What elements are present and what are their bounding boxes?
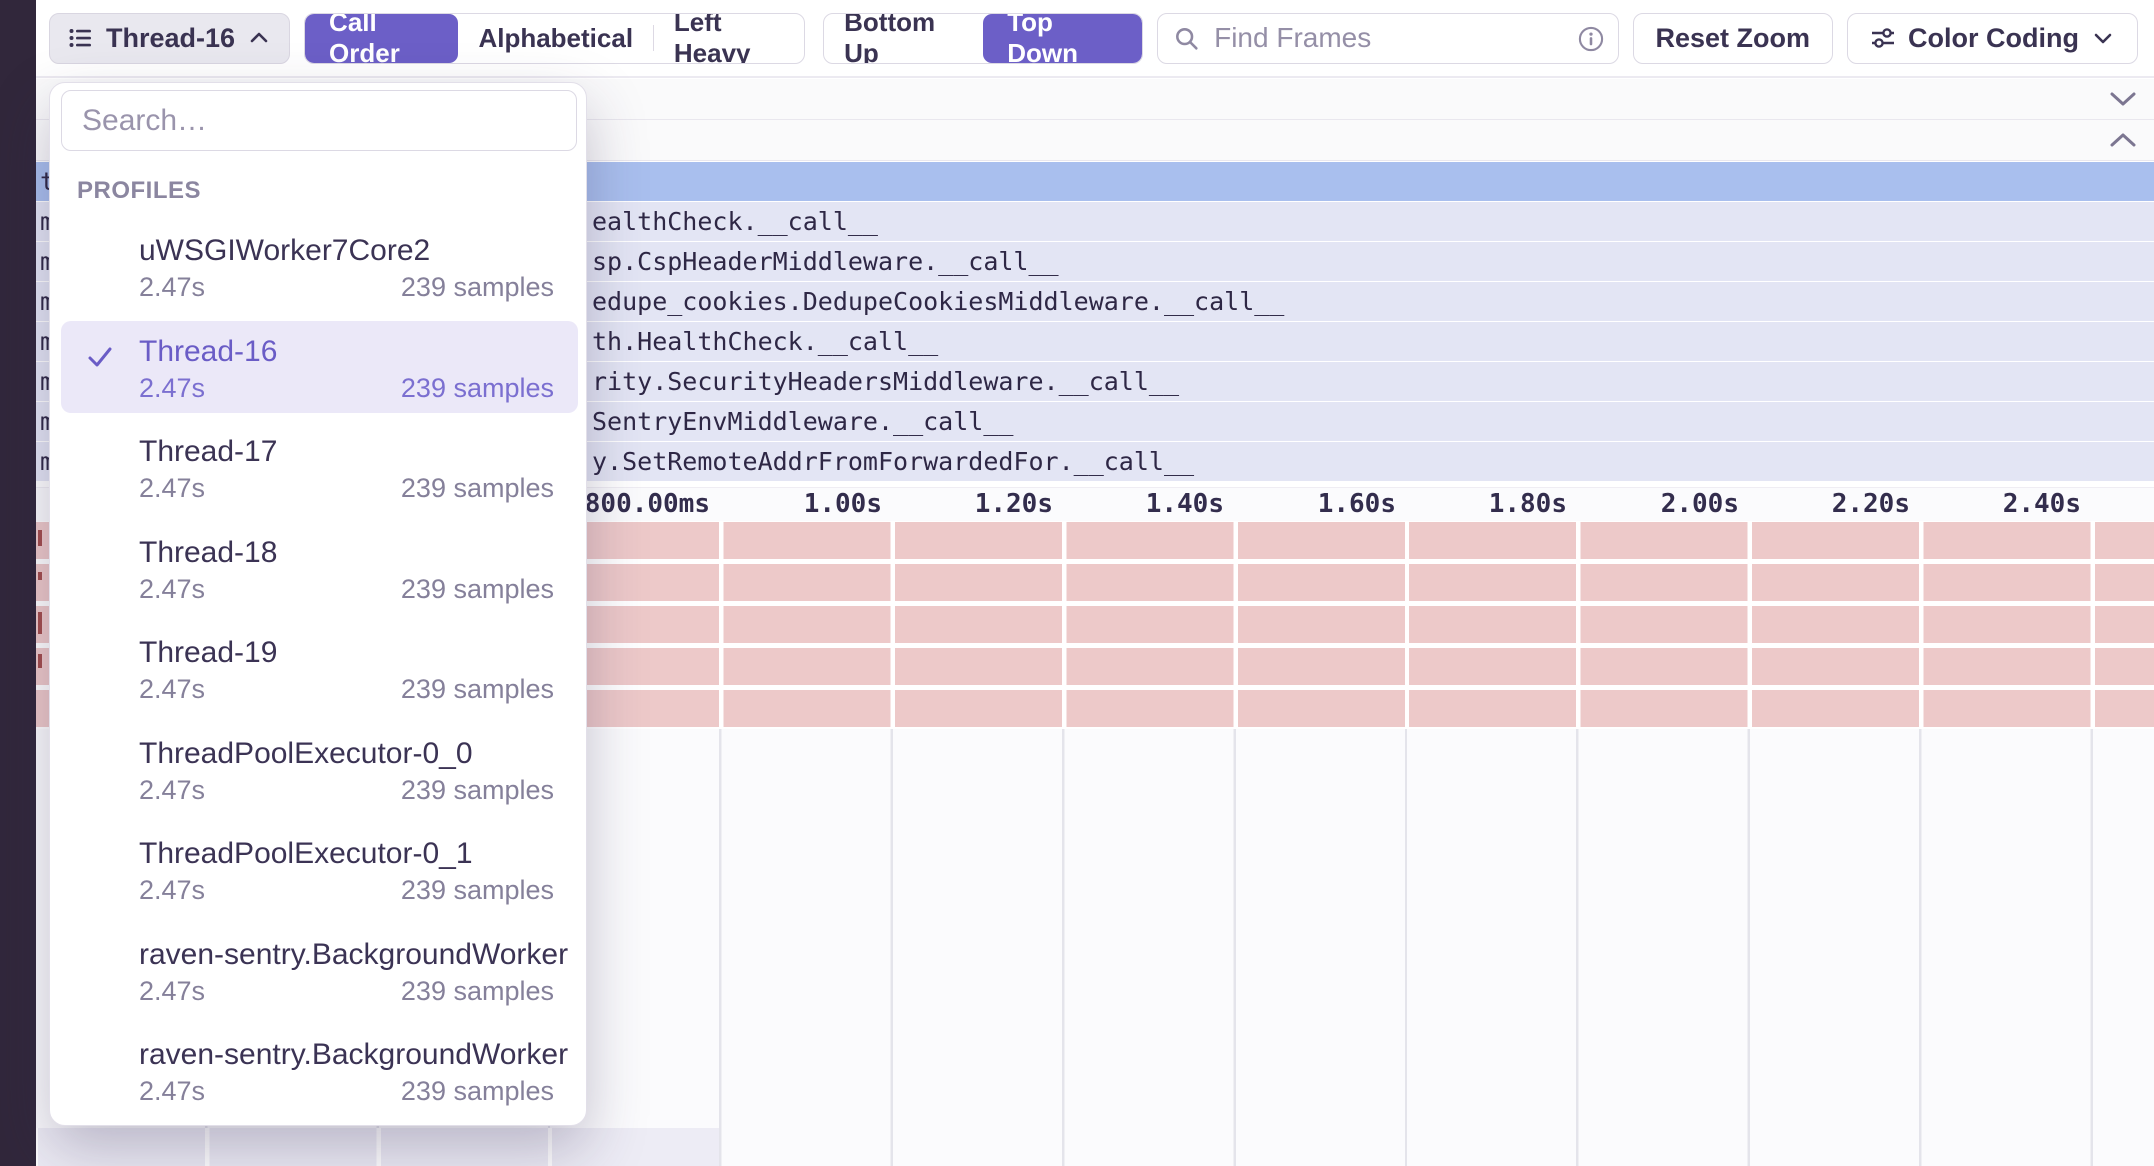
thread-dropdown: PROFILES uWSGIWorker7Core2 2.47s 239 samp… — [49, 82, 587, 1126]
profile-duration: 2.47s — [139, 775, 205, 806]
thread-selector-label: Thread-16 — [106, 23, 235, 54]
find-frames-field — [1157, 13, 1618, 64]
dropdown-item[interactable]: ThreadPoolExecutor-0_0 2.47s 239 samples — [61, 723, 578, 815]
profile-name: Thread-17 — [139, 435, 277, 469]
toolbar: Thread-16 Call Order Alphabetical Left H… — [36, 0, 2154, 78]
sort-option-alphabetical[interactable]: Alphabetical — [458, 14, 653, 63]
chevron-up-icon[interactable] — [2108, 131, 2138, 149]
dropdown-search-input[interactable] — [61, 90, 577, 151]
profile-duration: 2.47s — [139, 574, 205, 605]
color-coding-button[interactable]: Color Coding — [1847, 13, 2138, 64]
profile-duration: 2.47s — [139, 272, 205, 303]
profile-duration: 2.47s — [139, 976, 205, 1007]
axis-tick: 1.40s — [1146, 488, 1224, 521]
dropdown-item[interactable]: raven-sentry.BackgroundWorker 2.47s 239 s… — [61, 1024, 578, 1116]
dropdown-item[interactable]: ThreadPoolExecutor-0_1 2.47s 239 samples — [61, 823, 578, 915]
flame-row-label: rity.SecurityHeadersMiddleware.__call__ — [592, 362, 1179, 401]
profile-duration: 2.47s — [139, 875, 205, 906]
sliders-icon — [1870, 25, 1896, 51]
color-coding-label: Color Coding — [1908, 23, 2079, 54]
flame-row-label: ealthCheck.__call__ — [592, 202, 878, 241]
dropdown-section-label: PROFILES — [77, 177, 201, 205]
profile-samples: 239 samples — [401, 875, 554, 906]
profile-duration: 2.47s — [139, 674, 205, 705]
minimap-frame-fragment — [38, 612, 42, 634]
info-icon[interactable] — [1577, 25, 1605, 53]
profile-name: raven-sentry.BackgroundWorker — [139, 1038, 568, 1072]
profile-samples: 239 samples — [401, 976, 554, 1007]
minimap-frame-fragment — [38, 654, 42, 668]
minimap-frame-fragment — [38, 572, 42, 580]
profile-name: raven-sentry.BackgroundWorker — [139, 938, 568, 972]
profile-samples: 239 samples — [401, 775, 554, 806]
dropdown-item-selected[interactable]: Thread-16 2.47s 239 samples — [61, 321, 578, 413]
axis-tick: 2.20s — [1832, 488, 1910, 521]
profile-duration: 2.47s — [139, 373, 205, 404]
chevron-up-icon — [247, 26, 271, 50]
reset-zoom-label: Reset Zoom — [1656, 23, 1811, 54]
sort-segmented-control: Call Order Alphabetical Left Heavy — [304, 13, 805, 64]
axis-tick: 1.80s — [1489, 488, 1567, 521]
profile-samples: 239 samples — [401, 272, 554, 303]
flame-row-label: SentryEnvMiddleware.__call__ — [592, 402, 1013, 441]
dropdown-item[interactable]: Thread-19 2.47s 239 samples — [61, 622, 578, 714]
profile-samples: 239 samples — [401, 373, 554, 404]
search-icon — [1173, 25, 1201, 53]
profile-samples: 239 samples — [401, 1076, 554, 1107]
flame-row-label: th.HealthCheck.__call__ — [592, 322, 938, 361]
dropdown-item[interactable]: Thread-17 2.47s 239 samples — [61, 421, 578, 513]
profile-name: Thread-18 — [139, 536, 277, 570]
chevron-down-icon — [2091, 26, 2115, 50]
profiler-flamegraph-view: Thread-16 Call Order Alphabetical Left H… — [0, 0, 2154, 1166]
thread-selector-button[interactable]: Thread-16 — [49, 13, 290, 64]
profile-name: ThreadPoolExecutor-0_0 — [139, 737, 473, 771]
dropdown-item[interactable]: raven-sentry.BackgroundWorker 2.47s 239 s… — [61, 924, 578, 1016]
dropdown-item[interactable]: Thread-18 2.47s 239 samples — [61, 522, 578, 614]
direction-segmented-control: Bottom Up Top Down — [823, 13, 1143, 64]
minimap-frame-fragment — [38, 530, 42, 546]
axis-tick: 1.20s — [975, 488, 1053, 521]
profile-duration: 2.47s — [139, 473, 205, 504]
left-dark-rail — [0, 0, 36, 1166]
profile-samples: 239 samples — [401, 473, 554, 504]
chevron-down-icon[interactable] — [2108, 90, 2138, 108]
bottom-frame-band — [36, 1128, 719, 1166]
profile-name: ThreadPoolExecutor-0_1 — [139, 837, 473, 871]
axis-tick: 2.00s — [1661, 488, 1739, 521]
flame-row-label: sp.CspHeaderMiddleware.__call__ — [592, 242, 1059, 281]
profile-name: Thread-16 — [139, 335, 277, 369]
dropdown-item[interactable]: uWSGIWorker7Core2 2.47s 239 samples — [61, 220, 578, 312]
axis-tick: 2.40s — [2003, 488, 2081, 521]
direction-option-bottom-up[interactable]: Bottom Up — [824, 14, 983, 63]
profile-name: Thread-19 — [139, 636, 277, 670]
sort-option-left-heavy[interactable]: Left Heavy — [654, 14, 804, 63]
flame-row-label: y.SetRemoteAddrFromForwardedFor.__call__ — [592, 442, 1194, 481]
reset-zoom-button[interactable]: Reset Zoom — [1633, 13, 1834, 64]
axis-tick: 1.60s — [1318, 488, 1396, 521]
axis-tick: 800.00ms — [585, 488, 710, 521]
check-icon — [84, 341, 116, 373]
find-frames-input[interactable] — [1157, 13, 1618, 64]
profile-samples: 239 samples — [401, 574, 554, 605]
list-icon — [68, 25, 94, 51]
profile-duration: 2.47s — [139, 1076, 205, 1107]
flame-row-label: edupe_cookies.DedupeCookiesMiddleware.__… — [592, 282, 1284, 321]
axis-tick: 1.00s — [804, 488, 882, 521]
sort-option-call-order[interactable]: Call Order — [305, 14, 458, 63]
profile-name: uWSGIWorker7Core2 — [139, 234, 430, 268]
profile-samples: 239 samples — [401, 674, 554, 705]
direction-option-top-down[interactable]: Top Down — [983, 14, 1142, 63]
